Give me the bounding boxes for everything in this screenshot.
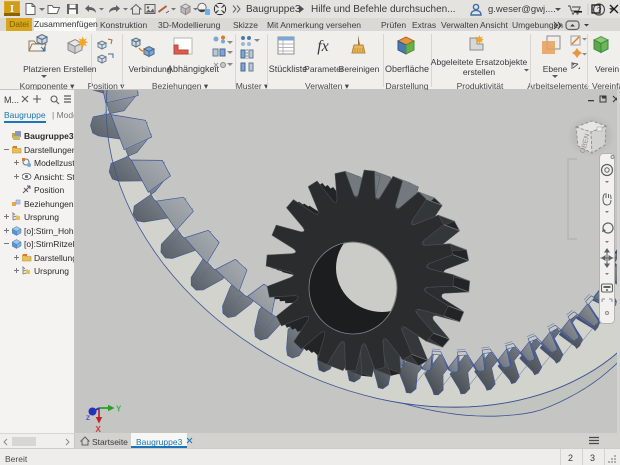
svg-text:Verbindung: Verbindung: [128, 64, 171, 74]
svg-text:g.weser@gwj....: g.weser@gwj....: [488, 4, 556, 15]
svg-text:Oberfläche: Oberfläche: [385, 64, 429, 74]
svg-text:Verein: Verein: [595, 64, 619, 74]
svg-text:Y: Y: [116, 405, 122, 414]
svg-text:erstellen: erstellen: [463, 67, 495, 77]
svg-text:Bereinigen: Bereinigen: [339, 64, 380, 74]
svg-text:Erstellen: Erstellen: [63, 64, 96, 74]
svg-text:Stückliste: Stückliste: [269, 64, 308, 74]
svg-text:Abhängigkeit: Abhängigkeit: [167, 64, 220, 74]
svg-text:Ebene: Ebene: [543, 64, 568, 74]
svg-text:Abgeleitete Ersatzobjekte: Abgeleitete Ersatzobjekte: [431, 57, 528, 67]
svg-text:X: X: [96, 425, 102, 433]
svg-text:Z: Z: [86, 415, 90, 422]
svg-text:I: I: [10, 3, 14, 15]
svg-text:fx: fx: [317, 38, 329, 55]
svg-text:Platzieren: Platzieren: [23, 64, 61, 74]
